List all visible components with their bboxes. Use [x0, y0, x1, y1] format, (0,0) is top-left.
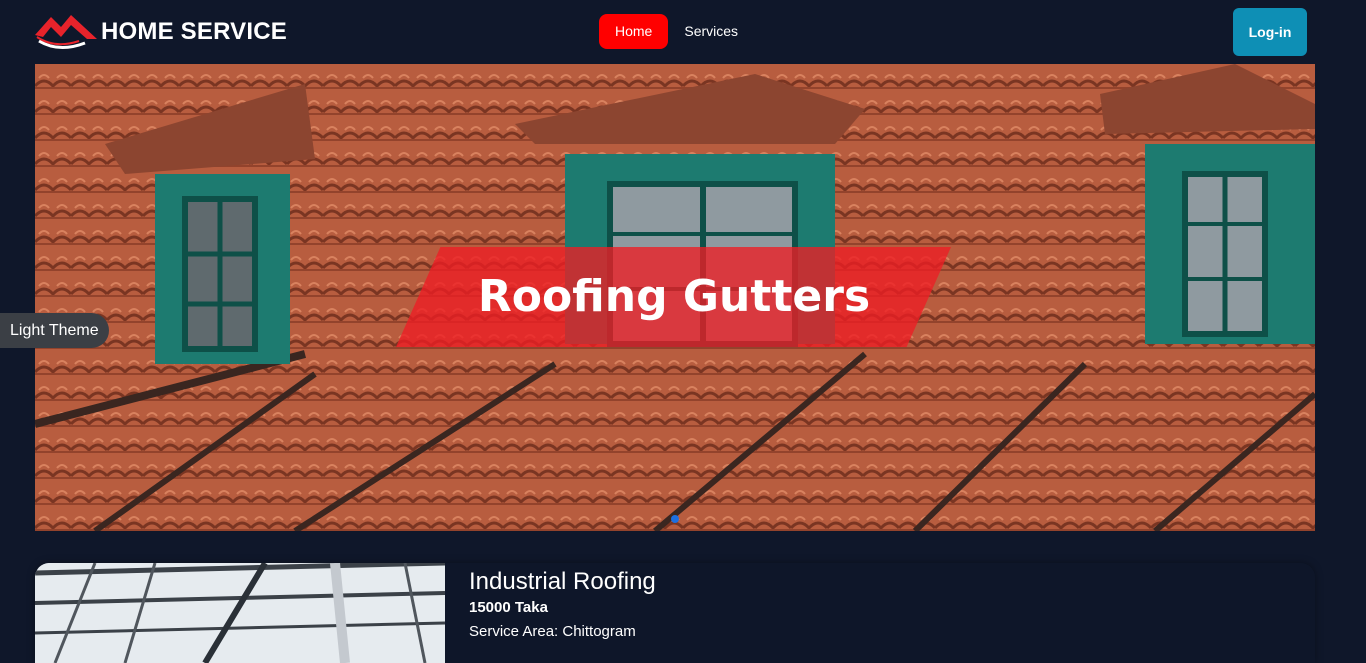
navbar: HOME SERVICE Home Services Log-in: [0, 0, 1366, 64]
hero-carousel: Roofing Gutters: [35, 64, 1315, 531]
login-button[interactable]: Log-in: [1233, 8, 1307, 56]
brand[interactable]: HOME SERVICE: [35, 13, 287, 51]
house-roof-logo-icon: [35, 13, 97, 51]
nav-services-link[interactable]: Services: [668, 14, 754, 49]
service-card[interactable]: Industrial Roofing 15000 Taka Service Ar…: [35, 563, 1315, 663]
service-card-price: 15000 Taka: [469, 599, 548, 616]
service-card-title: Industrial Roofing: [469, 568, 656, 595]
hero-title: Roofing Gutters: [477, 271, 871, 322]
service-card-image: [35, 563, 445, 663]
service-card-area: Service Area: Chittogram: [469, 623, 636, 640]
brand-name: HOME SERVICE: [101, 18, 287, 45]
nav-links: Home Services: [599, 14, 754, 49]
carousel-indicator-dot[interactable]: [671, 515, 679, 523]
nav-home-link[interactable]: Home: [599, 14, 669, 49]
theme-toggle-button[interactable]: Light Theme: [0, 313, 109, 348]
